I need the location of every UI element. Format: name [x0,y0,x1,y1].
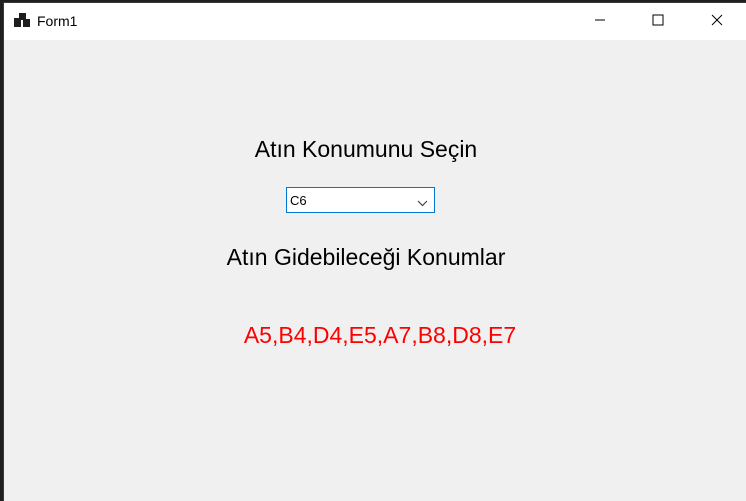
chevron-down-icon[interactable] [417,195,428,207]
window-title: Form1 [37,13,78,29]
maximize-button[interactable] [629,3,687,40]
form-app-icon [14,13,30,27]
minimize-icon [594,13,606,31]
title-bar[interactable]: Form1 [4,3,746,40]
position-combobox-value: C6 [290,193,307,208]
possible-moves-result: A5,B4,D4,E5,A7,B8,D8,E7 [243,322,517,348]
minimize-button[interactable] [571,3,629,40]
maximize-icon [652,13,664,31]
possible-moves-label: Atın Gidebileceği Konumlar [226,244,506,270]
form1-window: Form1 Atın Konumunu Seçin C6 Atın Gidebi… [4,3,746,501]
form-client-area: Atın Konumunu Seçin C6 Atın Gidebileceği… [4,40,746,501]
position-combobox[interactable]: C6 [286,187,435,213]
close-icon [711,13,723,31]
select-position-label: Atın Konumunu Seçin [254,136,478,162]
close-button[interactable] [688,3,746,40]
